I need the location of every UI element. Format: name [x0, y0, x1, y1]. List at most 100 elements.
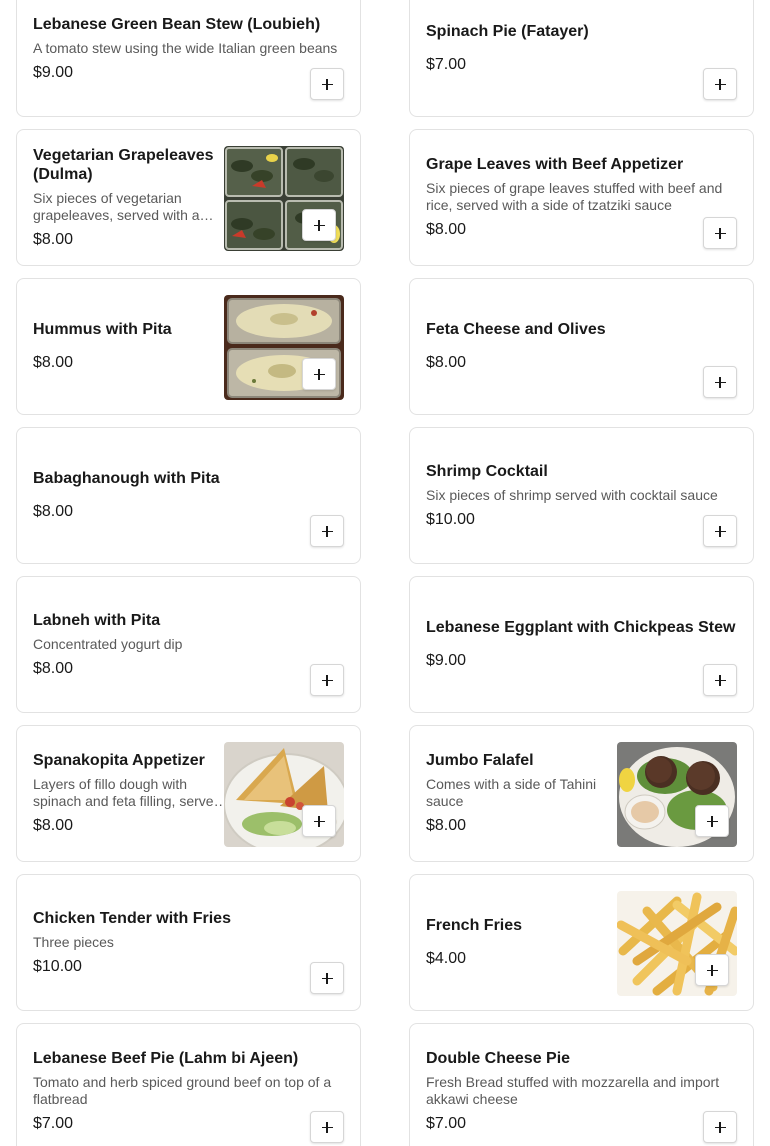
- item-price: $8.00: [426, 354, 467, 371]
- item-name: Double Cheese Pie: [426, 1050, 571, 1067]
- menu-item-info: Hummus with Pita $8.00: [33, 279, 228, 414]
- item-description: Concentrated yogurt dip: [33, 635, 183, 652]
- menu-item-info: Spanakopita Appetizer Layers of fillo do…: [33, 726, 228, 861]
- menu-item-card[interactable]: Babaghanough with Pita $8.00: [16, 427, 361, 564]
- menu-item-card[interactable]: Lebanese Beef Pie (Lahm bi Ajeen) Tomato…: [16, 1023, 361, 1146]
- item-name: Lebanese Green Bean Stew (Loubieh): [33, 15, 321, 33]
- item-description: Tomato and herb spiced ground beef on to…: [33, 1074, 332, 1107]
- menu-item-card[interactable]: Jumbo Falafel Comes with a side of Tahin…: [409, 725, 754, 862]
- menu-item-card[interactable]: Hummus with Pita $8.00: [16, 278, 361, 415]
- plus-icon: [321, 1121, 333, 1133]
- item-name: Labneh with Pita: [33, 611, 161, 629]
- item-name: Lebanese Eggplant with Chickpeas Stew: [426, 619, 736, 636]
- add-item-button[interactable]: [302, 358, 336, 390]
- add-item-button[interactable]: [703, 217, 737, 249]
- item-description: Fresh Bread stuffed with mozzarella and …: [426, 1074, 720, 1107]
- plus-icon: [313, 219, 325, 231]
- menu-item-card[interactable]: Spinach Pie (Fatayer) $7.00: [409, 0, 754, 117]
- plus-icon: [313, 815, 325, 827]
- item-name: Jumbo Falafel: [426, 752, 534, 769]
- item-name: Shrimp Cocktail: [426, 462, 548, 480]
- item-description: Six pieces of shrimp served with cocktai…: [426, 486, 718, 503]
- menu-item-card[interactable]: Spanakopita Appetizer Layers of fillo do…: [16, 725, 361, 862]
- item-price: $9.00: [426, 652, 467, 669]
- plus-icon: [714, 525, 726, 537]
- item-name: Vegetarian Grapeleaves (Dulma): [33, 146, 214, 183]
- item-price: $8.00: [33, 503, 74, 520]
- item-price: $10.00: [33, 957, 82, 975]
- item-price: $7.00: [426, 1115, 467, 1132]
- menu-item-info: Lebanese Eggplant with Chickpeas Stew $9…: [426, 577, 737, 712]
- add-item-button[interactable]: [703, 664, 737, 696]
- add-item-button[interactable]: [695, 805, 729, 837]
- plus-icon: [714, 227, 726, 239]
- add-item-button[interactable]: [310, 962, 344, 994]
- item-name: Spinach Pie (Fatayer): [426, 23, 589, 40]
- item-price: $7.00: [33, 1115, 74, 1132]
- item-name: Spanakopita Appetizer: [33, 752, 205, 769]
- menu-item-info: Double Cheese Pie Fresh Bread stuffed wi…: [426, 1024, 737, 1146]
- menu-item-card[interactable]: Double Cheese Pie Fresh Bread stuffed wi…: [409, 1023, 754, 1146]
- add-item-button[interactable]: [302, 209, 336, 241]
- item-price: $7.00: [426, 56, 467, 73]
- menu-grid: Lebanese Green Bean Stew (Loubieh) A tom…: [16, 0, 754, 1146]
- add-item-button[interactable]: [310, 515, 344, 547]
- menu-item-card[interactable]: Lebanese Eggplant with Chickpeas Stew $9…: [409, 576, 754, 713]
- menu-item-card[interactable]: French Fries $4.00: [409, 874, 754, 1011]
- menu-item-info: Jumbo Falafel Comes with a side of Tahin…: [426, 726, 621, 861]
- add-item-button[interactable]: [310, 664, 344, 696]
- plus-icon: [714, 376, 726, 388]
- item-name: Chicken Tender with Fries: [33, 909, 231, 927]
- item-price: $4.00: [426, 950, 467, 967]
- item-description: Layers of fillo dough with spinach and f…: [33, 776, 222, 809]
- menu-item-card[interactable]: Labneh with Pita Concentrated yogurt dip…: [16, 576, 361, 713]
- menu-item-info: Vegetarian Grapeleaves (Dulma) Six piece…: [33, 130, 228, 265]
- item-description: Six pieces of grape leaves stuffed with …: [426, 180, 723, 213]
- menu-item-card[interactable]: Vegetarian Grapeleaves (Dulma) Six piece…: [16, 129, 361, 266]
- plus-icon: [714, 674, 726, 686]
- add-item-button[interactable]: [703, 366, 737, 398]
- add-item-button[interactable]: [703, 515, 737, 547]
- menu-item-card[interactable]: Lebanese Green Bean Stew (Loubieh) A tom…: [16, 0, 361, 117]
- menu-item-info: Feta Cheese and Olives $8.00: [426, 279, 737, 414]
- item-name: Lebanese Beef Pie (Lahm bi Ajeen): [33, 1050, 299, 1067]
- plus-icon: [321, 525, 333, 537]
- item-name: French Fries: [426, 917, 523, 934]
- item-price: $8.00: [33, 659, 74, 677]
- plus-icon: [321, 972, 333, 984]
- menu-item-card[interactable]: Grape Leaves with Beef Appetizer Six pie…: [409, 129, 754, 266]
- add-item-button[interactable]: [703, 68, 737, 100]
- menu-item-card[interactable]: Feta Cheese and Olives $8.00: [409, 278, 754, 415]
- item-name: Grape Leaves with Beef Appetizer: [426, 156, 684, 173]
- menu-item-info: Babaghanough with Pita $8.00: [33, 428, 344, 563]
- item-description: Three pieces: [33, 933, 114, 950]
- plus-icon: [321, 78, 333, 90]
- add-item-button[interactable]: [310, 1111, 344, 1143]
- menu-item-info: Lebanese Beef Pie (Lahm bi Ajeen) Tomato…: [33, 1024, 344, 1146]
- item-price: $8.00: [33, 230, 74, 248]
- add-item-button[interactable]: [703, 1111, 737, 1143]
- menu-item-card[interactable]: Chicken Tender with Fries Three pieces $…: [16, 874, 361, 1011]
- plus-icon: [313, 368, 325, 380]
- menu-item-info: Lebanese Green Bean Stew (Loubieh) A tom…: [33, 0, 344, 116]
- item-price: $8.00: [33, 817, 74, 834]
- item-price: $8.00: [426, 221, 467, 238]
- menu-item-info: Spinach Pie (Fatayer) $7.00: [426, 0, 737, 116]
- add-item-button[interactable]: [695, 954, 729, 986]
- menu-item-info: Shrimp Cocktail Six pieces of shrimp ser…: [426, 428, 737, 563]
- item-price: $8.00: [426, 817, 467, 834]
- item-description: A tomato stew using the wide Italian gre…: [33, 39, 338, 56]
- add-item-button[interactable]: [310, 68, 344, 100]
- menu-item-card[interactable]: Shrimp Cocktail Six pieces of shrimp ser…: [409, 427, 754, 564]
- plus-icon: [714, 1121, 726, 1133]
- menu-item-info: Chicken Tender with Fries Three pieces $…: [33, 875, 344, 1010]
- menu-item-info: French Fries $4.00: [426, 875, 621, 1010]
- item-name: Feta Cheese and Olives: [426, 321, 606, 338]
- item-price: $9.00: [33, 63, 74, 81]
- plus-icon: [706, 964, 718, 976]
- item-price: $8.00: [33, 354, 74, 371]
- item-name: Hummus with Pita: [33, 321, 172, 338]
- plus-icon: [321, 674, 333, 686]
- item-description: Comes with a side of Tahini sauce: [426, 776, 597, 809]
- add-item-button[interactable]: [302, 805, 336, 837]
